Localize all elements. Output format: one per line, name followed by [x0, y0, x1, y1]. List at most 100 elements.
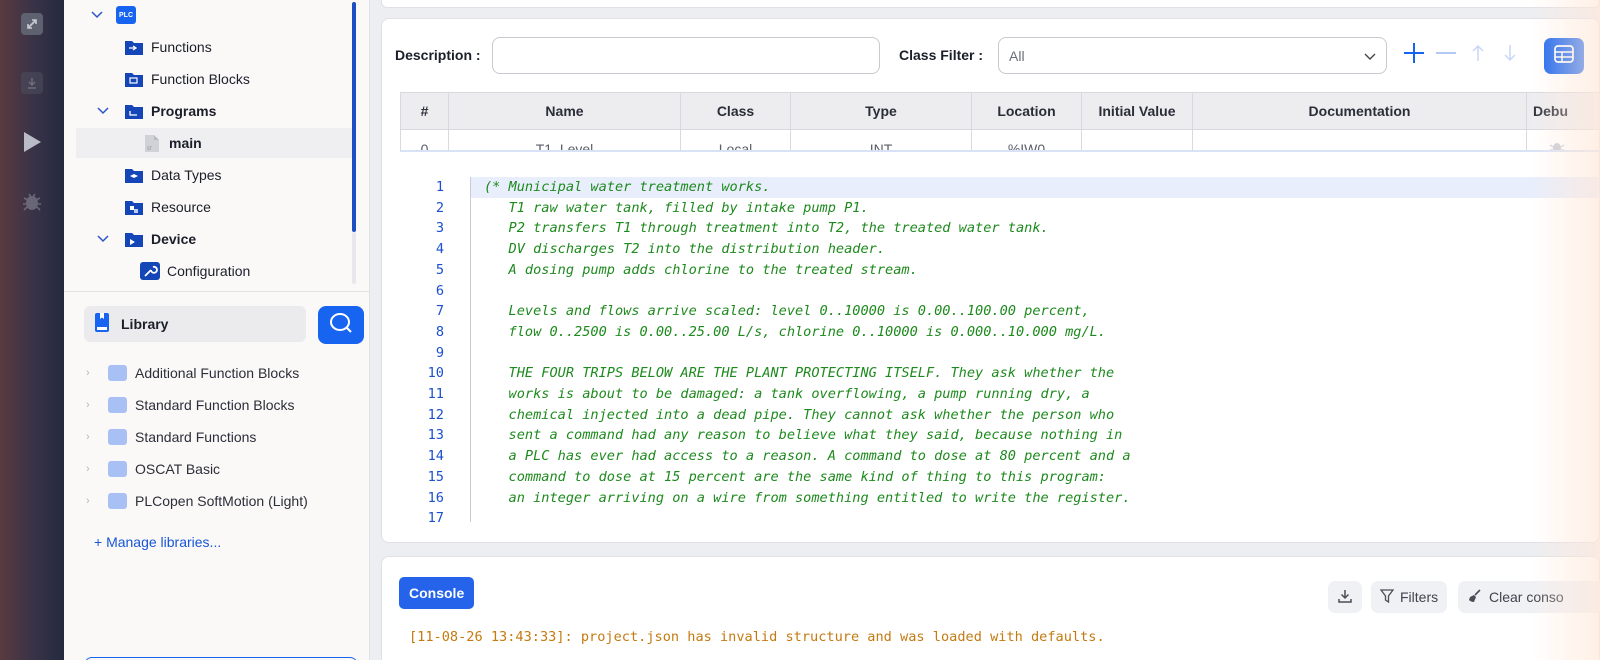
- resource-folder-icon: [124, 198, 144, 216]
- filters-button[interactable]: Filters: [1371, 581, 1448, 613]
- tree-item-main[interactable]: ST main: [76, 128, 356, 158]
- variables-table: # Name Class Type Location Initial Value…: [400, 92, 1599, 150]
- library-item[interactable]: › OSCAT Basic: [86, 454, 220, 484]
- library-item[interactable]: › Standard Functions: [86, 422, 256, 452]
- column-header[interactable]: Initial Value: [1082, 93, 1193, 129]
- chevron-down-icon[interactable]: [96, 232, 110, 246]
- chevron-right-icon[interactable]: ›: [86, 431, 98, 443]
- library-search-button[interactable]: [318, 306, 364, 344]
- book-icon: [95, 313, 109, 335]
- remove-variable-button[interactable]: [1434, 43, 1458, 67]
- add-variable-button[interactable]: [1402, 42, 1426, 67]
- filters-label: Filters: [1400, 589, 1439, 605]
- data-types-folder-icon: [124, 166, 144, 184]
- tree-item-label: Data Types: [151, 167, 222, 183]
- debug-toggle[interactable]: [1527, 130, 1599, 150]
- move-down-button[interactable]: [1498, 43, 1522, 67]
- expand-icon[interactable]: [19, 11, 45, 37]
- tree-item-label: Programs: [151, 103, 217, 119]
- editor-line: 9: [382, 343, 1599, 364]
- column-header[interactable]: Documentation: [1193, 93, 1527, 129]
- folder-icon: [108, 429, 127, 445]
- library-item[interactable]: › Additional Function Blocks: [86, 358, 299, 388]
- tree-item-programs[interactable]: Programs: [74, 96, 356, 126]
- column-header[interactable]: Class: [681, 93, 791, 129]
- chevron-right-icon[interactable]: ›: [86, 495, 98, 507]
- tree-item-configuration[interactable]: Configuration: [74, 256, 356, 286]
- chevron-right-icon[interactable]: ›: [86, 399, 98, 411]
- library-item[interactable]: › PLCopen SoftMotion (Light): [86, 486, 308, 516]
- library-item-label: Standard Function Blocks: [135, 397, 295, 413]
- chevron-right-icon[interactable]: ›: [86, 367, 98, 379]
- folder-icon: [108, 461, 127, 477]
- download-icon[interactable]: [19, 70, 45, 96]
- project-tree: PLC Functions Function Blocks Programs S…: [64, 0, 370, 286]
- editor-line: 2 T1 raw water tank, filled by intake pu…: [382, 198, 1599, 219]
- code-line: chemical injected into a dead pipe. They…: [484, 406, 1115, 423]
- column-header[interactable]: Name: [449, 93, 681, 129]
- column-header[interactable]: Type: [791, 93, 972, 129]
- code-line: P2 transfers T1 through treatment into T…: [484, 220, 1049, 237]
- manage-libraries-link[interactable]: + Manage libraries...: [94, 534, 221, 550]
- library-title: Library: [121, 316, 169, 332]
- table-view-button[interactable]: [1544, 38, 1584, 74]
- code-line: an integer arriving on a wire from somet…: [484, 489, 1131, 506]
- library-header[interactable]: Library: [84, 306, 306, 342]
- tree-item-device[interactable]: Device: [74, 224, 356, 254]
- tree-item-label: Functions: [151, 39, 212, 55]
- editor-line: 15 command to dose at 15 percent are the…: [382, 467, 1599, 488]
- description-input[interactable]: [492, 37, 880, 74]
- code-line: A dosing pump adds chlorine to the treat…: [484, 261, 918, 278]
- console-tab[interactable]: Console: [399, 577, 475, 609]
- clear-console-button[interactable]: Clear conso: [1458, 581, 1600, 613]
- row-documentation[interactable]: [1193, 130, 1527, 150]
- row-type[interactable]: INT: [791, 130, 972, 150]
- editor-line: 17: [382, 508, 1599, 522]
- tree-item-label: Function Blocks: [151, 71, 250, 87]
- column-header[interactable]: Debu: [1527, 93, 1599, 129]
- minus-icon: [1435, 42, 1457, 69]
- column-header[interactable]: Location: [972, 93, 1082, 129]
- library-item[interactable]: › Standard Function Blocks: [86, 390, 295, 420]
- line-number: 2: [435, 199, 444, 216]
- sidebar: PLC Functions Function Blocks Programs S…: [64, 0, 370, 660]
- row-class[interactable]: Local: [681, 130, 791, 150]
- run-icon[interactable]: [19, 129, 45, 155]
- class-filter-label: Class Filter :: [899, 47, 984, 63]
- download-log-button[interactable]: [1328, 581, 1362, 613]
- column-header[interactable]: #: [401, 93, 449, 129]
- line-number: 7: [435, 303, 444, 320]
- chevron-down-icon[interactable]: [90, 8, 104, 22]
- tree-item-label: Configuration: [167, 263, 251, 279]
- editor-line: 16 an integer arriving on a wire from so…: [382, 488, 1599, 509]
- pou-editor-panel: Description : Class Filter : All # Name …: [381, 18, 1600, 543]
- tree-item-data-types[interactable]: Data Types: [74, 160, 356, 190]
- editor-line: 12 chemical injected into a dead pipe. T…: [382, 405, 1599, 426]
- class-filter-select[interactable]: All: [998, 37, 1387, 74]
- tree-scrollbar-thumb[interactable]: [352, 2, 356, 232]
- device-folder-icon: [124, 230, 144, 248]
- table-row[interactable]: 0 T1_Level Local INT %IW0: [401, 129, 1599, 150]
- table-splitter[interactable]: [400, 150, 1599, 152]
- move-up-button[interactable]: [1466, 43, 1490, 67]
- folder-icon: [108, 397, 127, 413]
- code-line: flow 0..2500 is 0.00..25.00 L/s, chlorin…: [484, 323, 1106, 340]
- tree-item-resource[interactable]: Resource: [74, 192, 356, 222]
- tree-item-functions[interactable]: Functions: [74, 32, 356, 62]
- tree-root-plc[interactable]: PLC: [74, 0, 356, 30]
- chevron-right-icon[interactable]: ›: [86, 463, 98, 475]
- tree-item-label: main: [169, 135, 202, 151]
- debug-icon[interactable]: [19, 188, 45, 214]
- row-location[interactable]: %IW0: [972, 130, 1082, 150]
- code-line: works is about to be damaged: a tank ove…: [484, 386, 1090, 402]
- code-editor[interactable]: 1 (* Municipal water treatment works. 2 T…: [382, 177, 1599, 537]
- row-initial-value[interactable]: [1082, 130, 1193, 150]
- line-number: 15: [427, 468, 444, 485]
- row-name[interactable]: T1_Level: [449, 130, 681, 150]
- class-filter-value: All: [1009, 47, 1025, 64]
- chevron-down-icon[interactable]: [96, 104, 110, 118]
- editor-line: 5 A dosing pump adds chlorine to the tre…: [382, 260, 1599, 281]
- tree-item-function-blocks[interactable]: Function Blocks: [74, 64, 356, 94]
- tree-scrollbar-track[interactable]: [352, 232, 356, 284]
- table-icon: [1554, 44, 1574, 68]
